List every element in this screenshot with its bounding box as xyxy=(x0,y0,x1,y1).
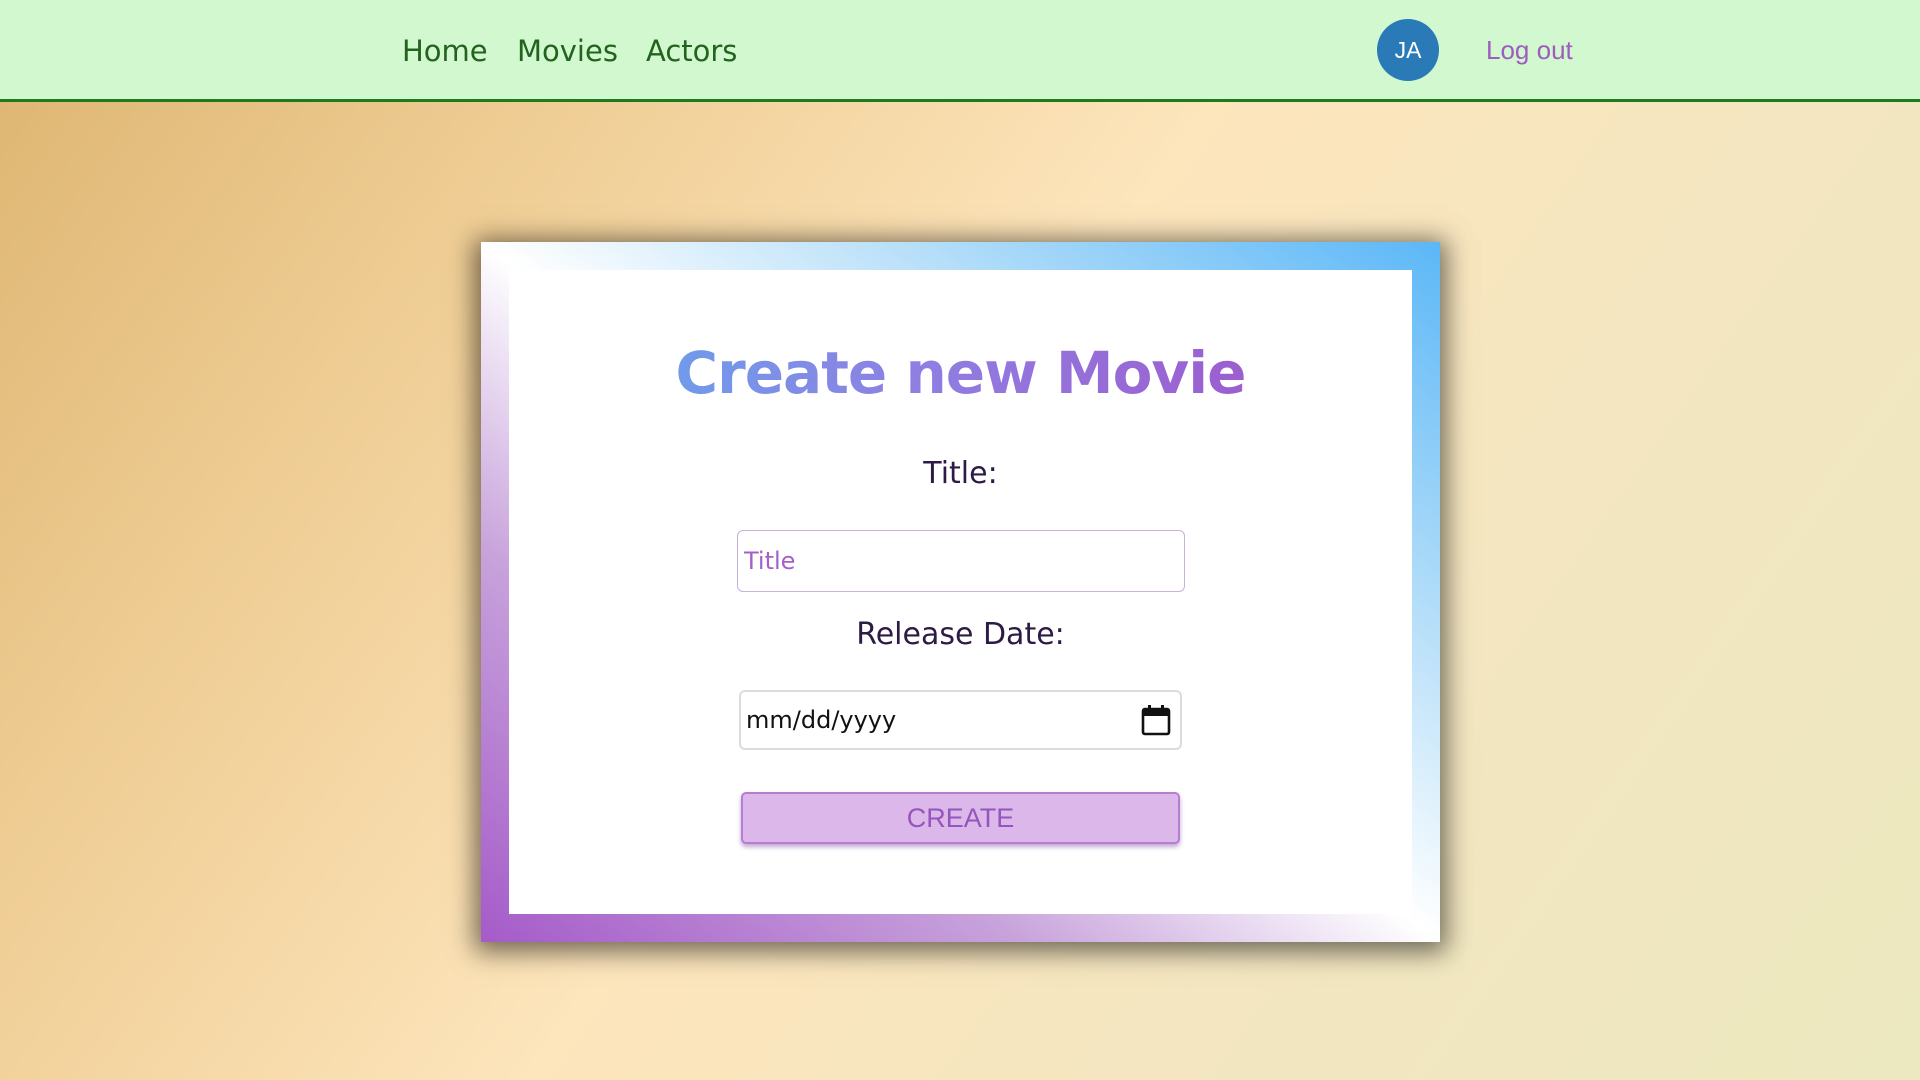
avatar-initials: JA xyxy=(1394,36,1422,63)
title-input[interactable] xyxy=(737,530,1185,592)
nav-link-home[interactable]: Home xyxy=(402,31,488,71)
logout-link[interactable]: Log out xyxy=(1486,30,1573,70)
title-label: Title: xyxy=(923,456,998,491)
create-movie-card: Create new Movie Title: Release Date: mm… xyxy=(481,242,1440,942)
release-date-input[interactable]: mm/dd/yyyy xyxy=(739,690,1182,750)
page-title: Create new Movie xyxy=(509,338,1412,408)
nav-link-movies[interactable]: Movies xyxy=(517,31,618,71)
create-button[interactable]: CREATE xyxy=(741,792,1180,844)
top-navbar: Home Movies Actors JA Log out xyxy=(0,0,1920,102)
release-date-label: Release Date: xyxy=(856,617,1065,652)
create-movie-form: Create new Movie Title: Release Date: mm… xyxy=(509,270,1412,914)
calendar-icon[interactable] xyxy=(1140,703,1172,737)
user-avatar[interactable]: JA xyxy=(1377,19,1439,81)
release-date-placeholder: mm/dd/yyyy xyxy=(746,706,897,734)
nav-link-actors[interactable]: Actors xyxy=(646,31,737,71)
